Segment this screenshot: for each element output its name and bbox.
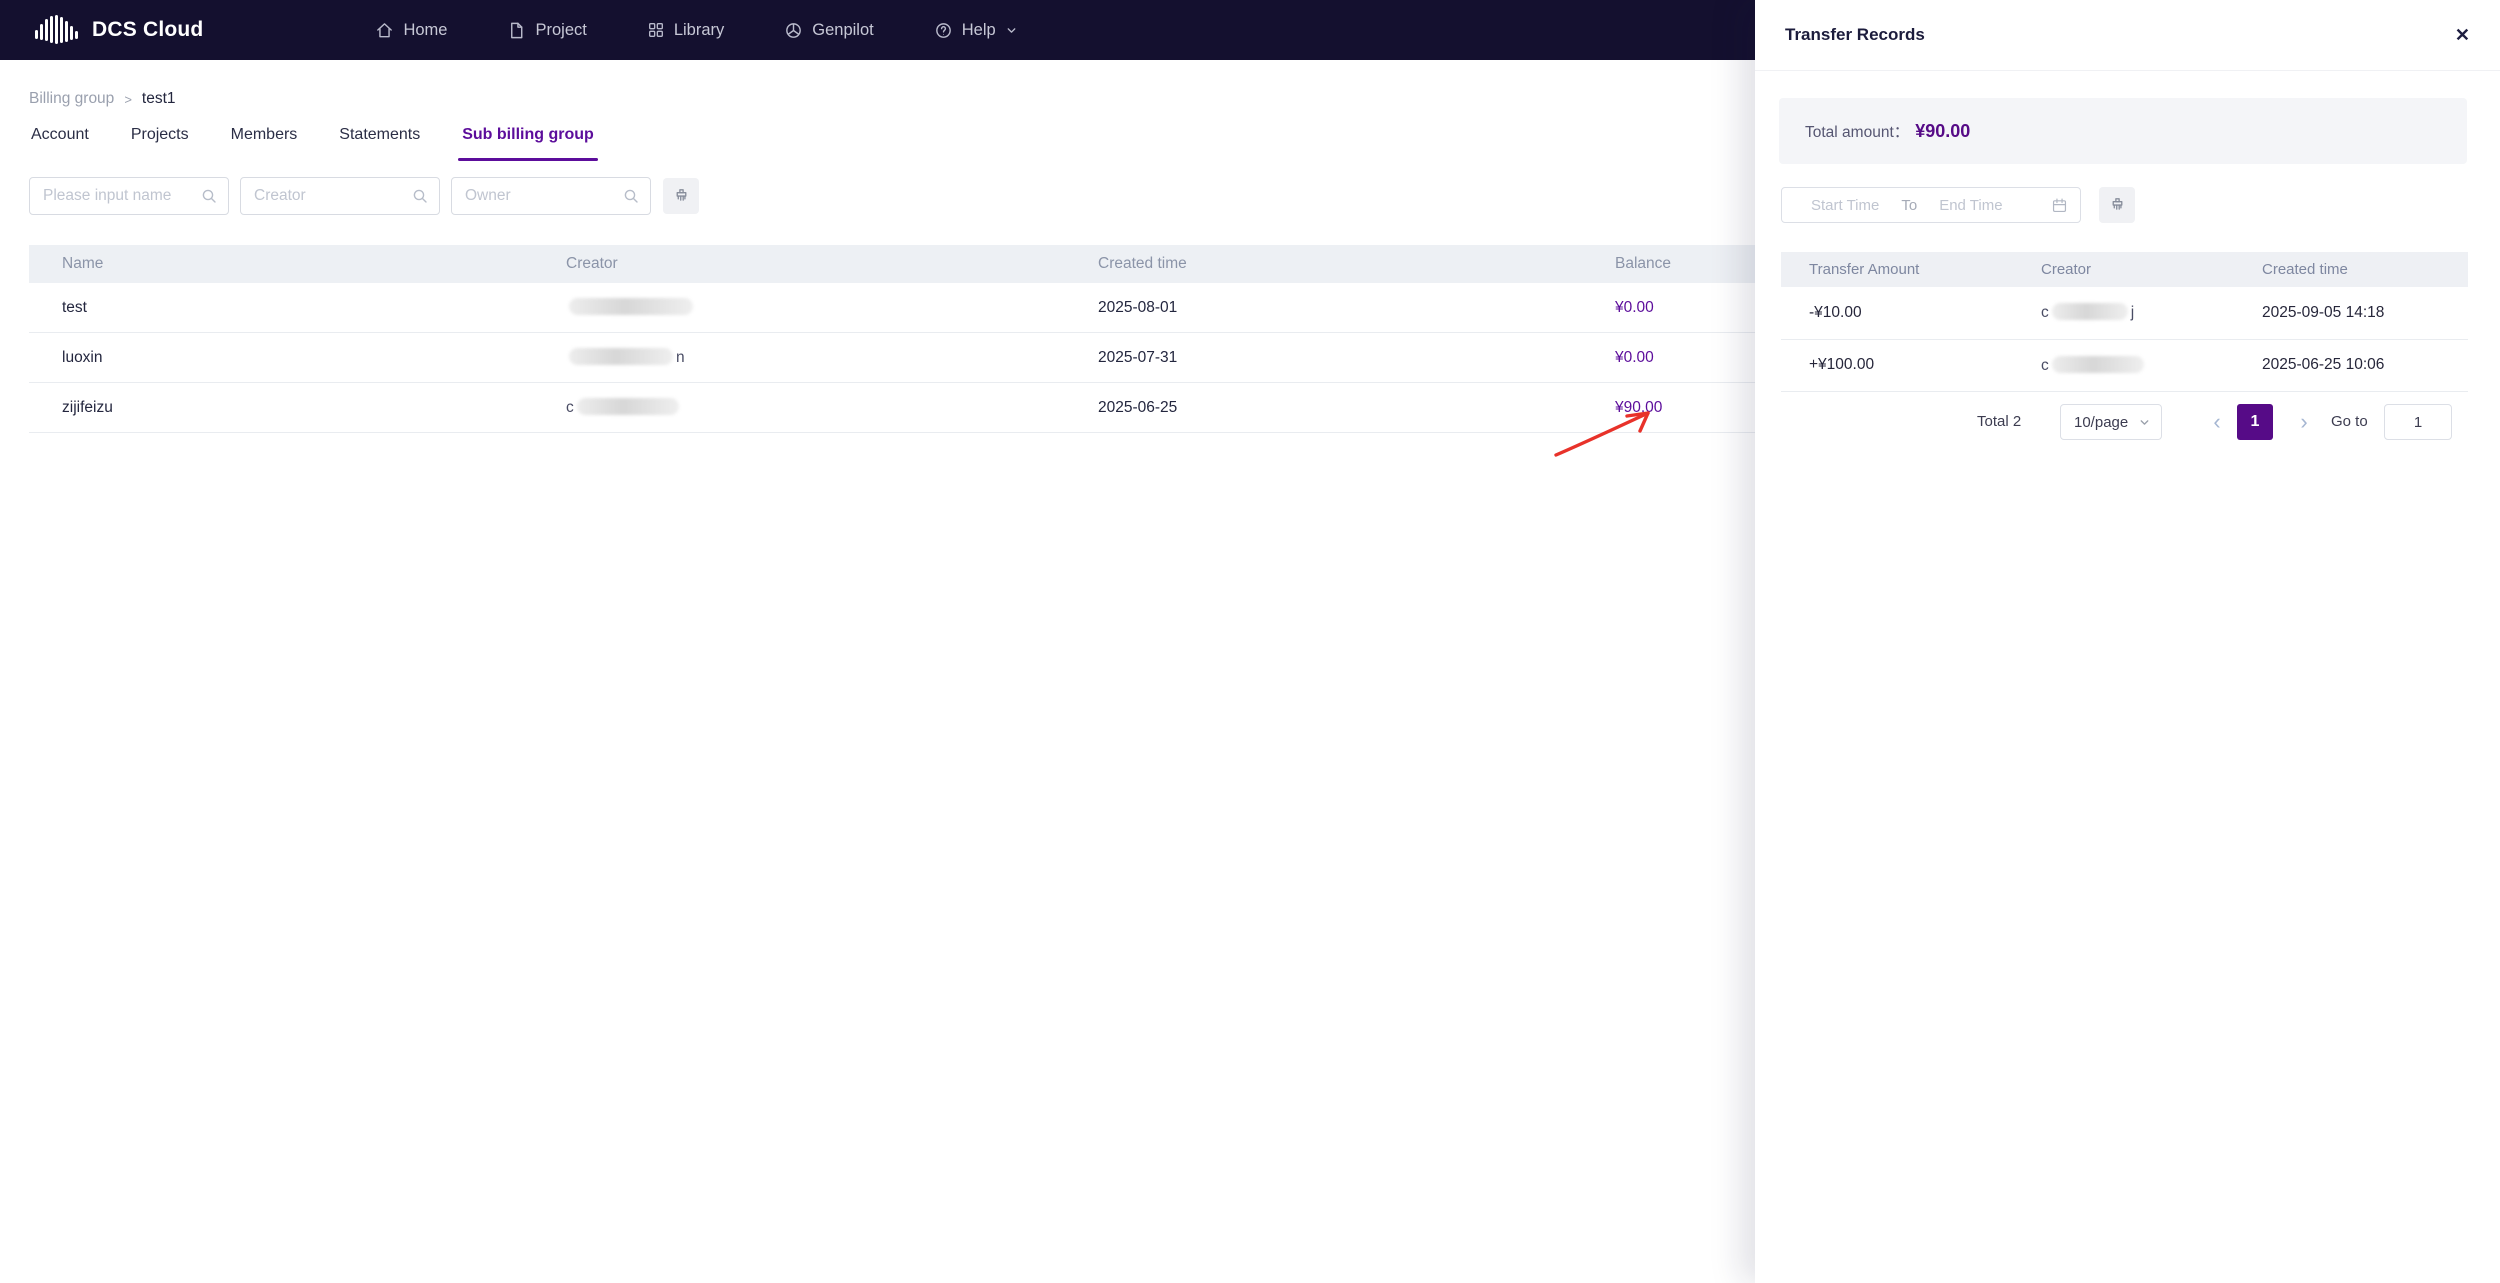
end-time-placeholder: End Time <box>1939 196 2003 214</box>
nav-item-genpilot[interactable]: Genpilot <box>784 21 874 40</box>
breadcrumb-current: test1 <box>141 90 176 107</box>
nav-item-project[interactable]: Project <box>507 21 587 40</box>
redaction-blob <box>569 298 693 315</box>
prev-page-button[interactable]: ‹ <box>2205 404 2229 440</box>
redacted-creator: cj <box>2041 303 2135 322</box>
breadcrumb-billing-group[interactable]: Billing group <box>29 90 114 108</box>
drawer-filter-row: Start Time To End Time <box>1781 187 2135 223</box>
tab-account[interactable]: Account <box>31 126 89 161</box>
redacted-creator: n <box>566 348 1098 367</box>
nav-menu: Home Project Library Genpilot Help <box>375 21 1017 40</box>
total-amount-label: Total amount： <box>1805 124 1910 141</box>
transfer-records-table: Transfer Amount Creator Created time -¥1… <box>1781 252 2468 392</box>
creator-filter <box>240 177 440 215</box>
tab-members[interactable]: Members <box>231 126 298 161</box>
search-icon <box>201 188 217 204</box>
transfer-records-drawer: Transfer Records ✕ Total amount： ¥90.00 … <box>1755 0 2500 1283</box>
chevron-down-icon <box>1005 24 1018 37</box>
owner-filter-input[interactable] <box>452 178 650 214</box>
brush-icon <box>672 187 691 206</box>
redacted-creator: c <box>2041 355 2262 375</box>
transfer-row[interactable]: -¥10.00 cj 2025-09-05 14:18 <box>1781 287 2468 340</box>
cloud-logo-icon <box>33 14 79 46</box>
redaction-blob <box>576 398 679 415</box>
tab-sub-billing-group[interactable]: Sub billing group <box>458 126 598 161</box>
next-page-button[interactable]: › <box>2292 404 2316 440</box>
search-icon <box>623 188 639 204</box>
nav-item-home[interactable]: Home <box>375 21 447 40</box>
redacted-creator <box>566 298 1098 317</box>
drawer-header: Transfer Records ✕ <box>1755 0 2500 71</box>
filter-row <box>29 177 699 215</box>
tab-projects[interactable]: Projects <box>131 126 189 161</box>
total-amount-box: Total amount： ¥90.00 <box>1779 98 2467 164</box>
transfer-row[interactable]: +¥100.00 c 2025-06-25 10:06 <box>1781 340 2468 392</box>
help-icon <box>934 21 953 40</box>
col-transfer-amount: Transfer Amount <box>1809 261 1920 278</box>
date-range-picker[interactable]: Start Time To End Time <box>1781 187 2081 223</box>
brand: DCS Cloud <box>33 14 203 46</box>
chevron-down-icon <box>2138 416 2151 429</box>
total-amount-value: ¥90.00 <box>1915 120 1971 141</box>
tab-bar: Account Projects Members Statements Sub … <box>31 126 598 161</box>
breadcrumb-separator: > <box>124 91 132 107</box>
redacted-creator: c <box>566 398 1098 417</box>
redaction-blob <box>2051 303 2128 321</box>
genpilot-icon <box>784 21 803 40</box>
search-icon <box>412 188 428 204</box>
col-created-time: Created time <box>2262 261 2348 278</box>
home-icon <box>375 21 394 40</box>
name-filter <box>29 177 229 215</box>
col-created-time: Created time <box>1098 255 1187 272</box>
clear-date-filter-button[interactable] <box>2099 187 2135 223</box>
page-size-select[interactable]: 10/page <box>2060 404 2162 440</box>
drawer-title: Transfer Records <box>1785 25 1925 44</box>
col-creator: Creator <box>566 255 618 272</box>
tab-statements[interactable]: Statements <box>339 126 420 161</box>
date-range-to: To <box>1901 196 1918 214</box>
calendar-icon <box>2051 197 2068 214</box>
library-icon <box>647 21 665 39</box>
drawer-table-header: Transfer Amount Creator Created time <box>1781 252 2468 287</box>
clear-filters-button[interactable] <box>663 178 699 214</box>
col-creator: Creator <box>2041 261 2092 278</box>
brand-name: DCS Cloud <box>92 18 204 41</box>
nav-item-help[interactable]: Help <box>934 21 1018 40</box>
redaction-blob <box>569 348 673 365</box>
nav-item-library[interactable]: Library <box>647 21 724 40</box>
name-filter-input[interactable] <box>30 178 228 214</box>
page-1-button[interactable]: 1 <box>2237 404 2273 440</box>
col-name: Name <box>62 255 104 272</box>
pagination: Total 2 10/page ‹ 1 › Go to <box>1755 404 2500 440</box>
goto-label: Go to <box>2331 413 2368 430</box>
creator-filter-input[interactable] <box>241 178 439 214</box>
breadcrumb: Billing group > test1 <box>29 90 176 108</box>
project-icon <box>507 21 526 40</box>
brush-icon <box>2108 196 2127 215</box>
redaction-blob <box>2051 355 2144 373</box>
pagination-total: Total 2 <box>1977 413 2022 430</box>
owner-filter <box>451 177 651 215</box>
goto-page-input[interactable] <box>2384 404 2452 440</box>
close-icon[interactable]: ✕ <box>2455 26 2470 44</box>
start-time-placeholder: Start Time <box>1811 196 1880 214</box>
